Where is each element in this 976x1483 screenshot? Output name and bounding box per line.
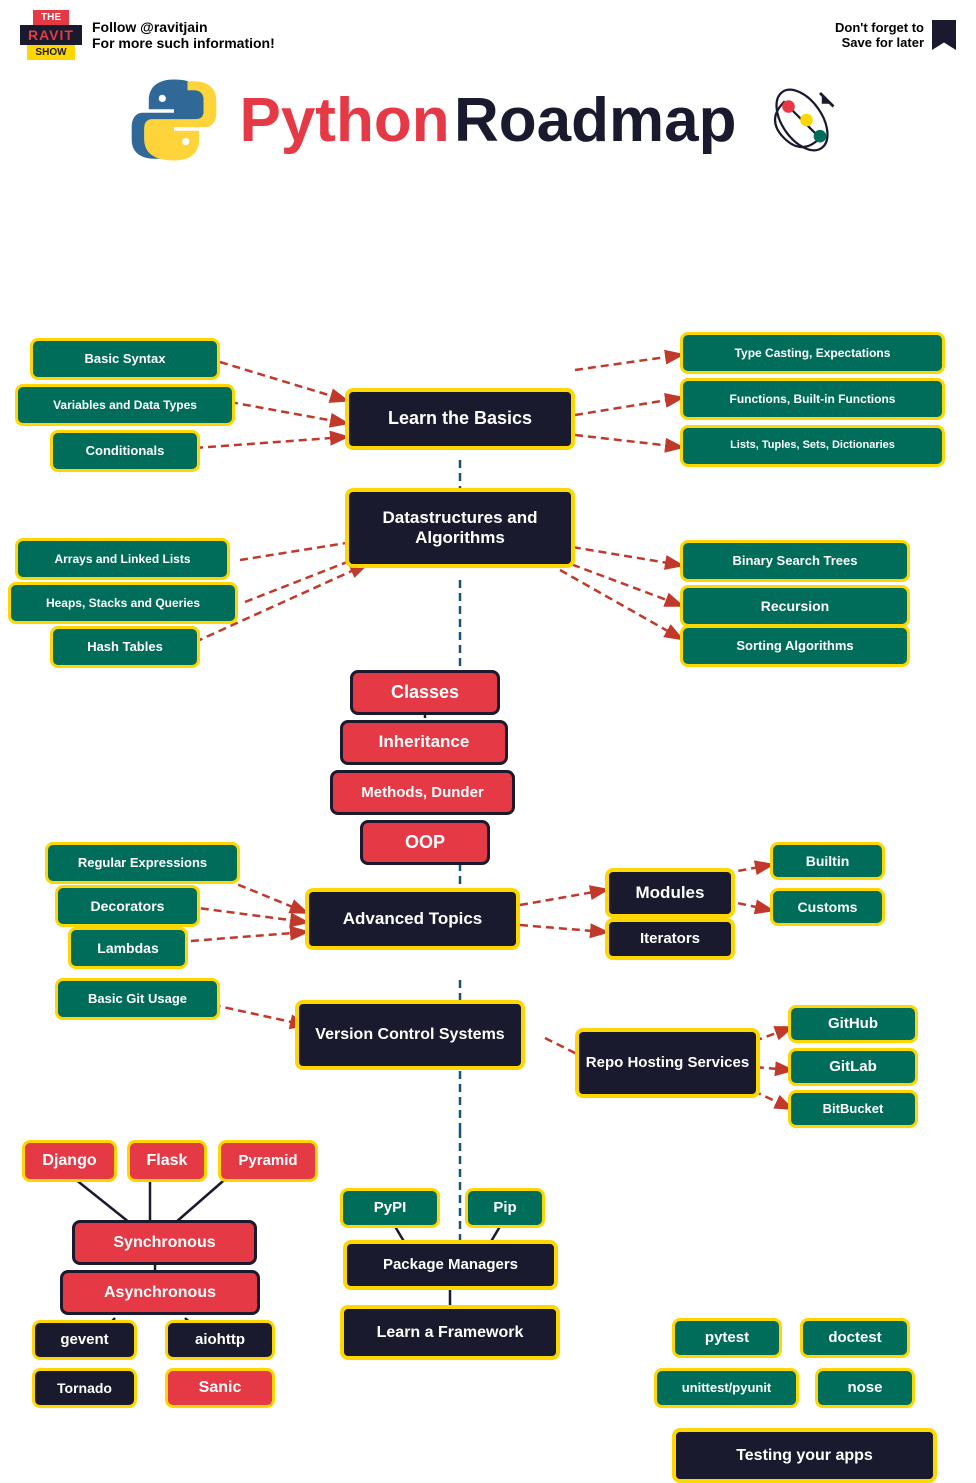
hash-tables-node: Hash Tables [50,626,200,668]
modules-node: Modules [605,868,735,918]
python-logo [129,75,219,165]
doctest-node: doctest [800,1318,910,1358]
roadmap-icon [757,75,847,165]
decorators-node: Decorators [55,885,200,927]
title-area: Python Roadmap [0,65,976,170]
bookmark-icon [932,20,956,50]
iterators-node: Iterators [605,918,735,960]
pytest-node: pytest [672,1318,782,1358]
advanced-topics-node: Advanced Topics [305,888,520,950]
learn-framework-node: Learn a Framework [340,1305,560,1360]
main-title: Python Roadmap [239,85,736,156]
bitbucket-node: BitBucket [788,1090,918,1128]
classes-node: Classes [350,670,500,715]
header: THE RAVIT SHOW Follow @ravitjain For mor… [0,0,976,65]
unittest-node: unittest/pyunit [654,1368,799,1408]
oop-node: OOP [360,820,490,865]
sanic-node: Sanic [165,1368,275,1408]
flask-node: Flask [127,1140,207,1182]
gevent-node: gevent [32,1320,137,1360]
lambdas-node: Lambdas [68,927,188,969]
logo-the: THE [33,10,69,25]
recursion-node: Recursion [680,585,910,627]
repo-hosting-node: Repo Hosting Services [575,1028,760,1098]
title-roadmap: Roadmap [454,86,736,155]
regular-expr-node: Regular Expressions [45,842,240,884]
heaps-node: Heaps, Stacks and Queries [8,582,238,624]
binary-search-node: Binary Search Trees [680,540,910,582]
save-text: Don't forget toSave for later [835,20,924,50]
django-node: Django [22,1140,117,1182]
nose-node: nose [815,1368,915,1408]
logo-area: THE RAVIT SHOW Follow @ravitjain For mor… [20,10,275,60]
aiohttp-node: aiohttp [165,1320,275,1360]
version-control-node: Version Control Systems [295,1000,525,1070]
save-area: Don't forget toSave for later [835,20,956,50]
package-managers-node: Package Managers [343,1240,558,1290]
logo-show: SHOW [27,45,74,60]
github-node: GitHub [788,1005,918,1043]
arrays-node: Arrays and Linked Lists [15,538,230,580]
inheritance-node: Inheritance [340,720,508,765]
basic-syntax-node: Basic Syntax [30,338,220,380]
lists-tuples-node: Lists, Tuples, Sets, Dictionaries [680,425,945,467]
title-python: Python [239,86,449,155]
methods-dunder-node: Methods, Dunder [330,770,515,815]
conditionals-node: Conditionals [50,430,200,472]
variables-node: Variables and Data Types [15,384,235,426]
testing-node: Testing your apps [672,1428,937,1483]
pyramid-node: Pyramid [218,1140,318,1182]
builtin-node: Builtin [770,842,885,880]
logo-ravit: RAVIT [20,25,82,45]
pip-node: Pip [465,1188,545,1228]
sorting-node: Sorting Algorithms [680,625,910,667]
asynchronous-node: Asynchronous [60,1270,260,1315]
synchronous-node: Synchronous [72,1220,257,1265]
follow-text: Follow @ravitjain For more such informat… [92,19,275,51]
basic-git-node: Basic Git Usage [55,978,220,1020]
customs-node: Customs [770,888,885,926]
functions-node: Functions, Built-in Functions [680,378,945,420]
tornado-node: Tornado [32,1368,137,1408]
gitlab-node: GitLab [788,1048,918,1086]
learn-basics-node: Learn the Basics [345,388,575,450]
diagram: Learn the Basics Basic Syntax Variables … [0,170,976,1320]
ds-algorithms-node: Datastructures and Algorithms [345,488,575,568]
type-casting-node: Type Casting, Expectations [680,332,945,374]
pypi-node: PyPI [340,1188,440,1228]
